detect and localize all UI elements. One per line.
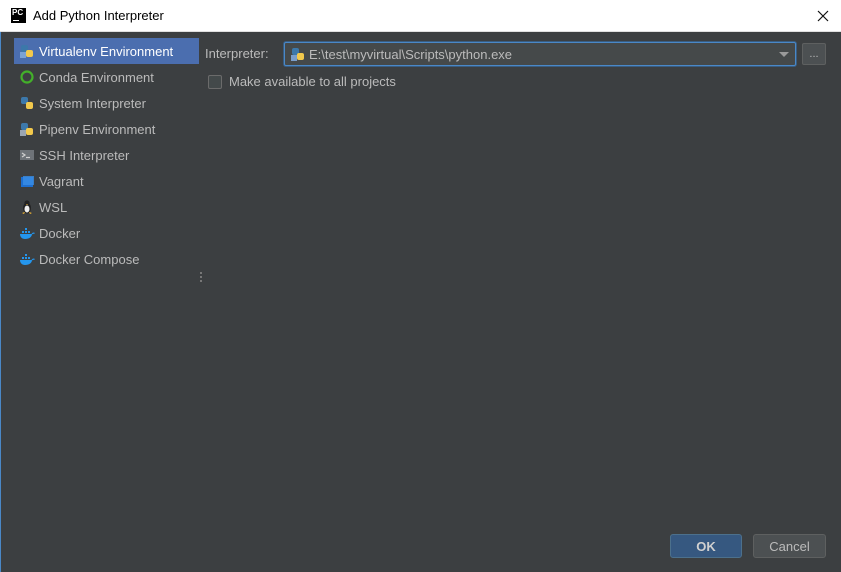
sidebar-item-wsl[interactable]: WSL	[14, 194, 199, 220]
python-icon	[19, 95, 35, 111]
sidebar-item-vagrant[interactable]: Vagrant	[14, 168, 199, 194]
interpreter-combobox[interactable]: E:\test\myvirtual\Scripts\python.exe	[284, 42, 796, 66]
sidebar-item-label: Docker	[39, 225, 81, 241]
sidebar-item-docker[interactable]: Docker	[14, 220, 199, 246]
make-available-checkbox[interactable]	[208, 74, 222, 89]
splitter-handle[interactable]	[200, 272, 203, 286]
sidebar-item-docker-compose[interactable]: Docker Compose	[14, 246, 199, 272]
linux-tux-icon	[19, 199, 35, 215]
sidebar-item-label: SSH Interpreter	[39, 147, 130, 163]
sidebar-item-ssh[interactable]: SSH Interpreter	[14, 142, 199, 168]
title-bar: PC Add Python Interpreter	[0, 0, 841, 32]
window-title: Add Python Interpreter	[33, 8, 164, 23]
sidebar-item-label: Docker Compose	[39, 251, 140, 267]
pycharm-logo-icon: PC	[11, 8, 26, 23]
ok-button[interactable]: OK	[670, 534, 742, 558]
docker-icon	[19, 225, 35, 241]
sidebar-item-pipenv[interactable]: Pipenv Environment	[14, 116, 199, 142]
sidebar-item-label: Conda Environment	[39, 69, 154, 85]
window-edge	[0, 32, 1, 572]
pipenv-icon	[19, 121, 35, 137]
conda-icon	[19, 69, 35, 85]
sidebar-item-label: System Interpreter	[39, 95, 146, 111]
sidebar-item-label: Pipenv Environment	[39, 121, 156, 137]
interpreter-type-list: Virtualenv Environment Conda Environment…	[14, 38, 199, 572]
close-icon	[817, 10, 829, 22]
make-available-option[interactable]: Make available to all projects	[208, 74, 396, 89]
close-button[interactable]	[813, 6, 833, 26]
virtualenv-icon	[291, 48, 304, 61]
browse-button[interactable]: ...	[802, 43, 826, 65]
terminal-icon	[19, 147, 35, 163]
cancel-button[interactable]: Cancel	[753, 534, 826, 558]
interpreter-path: E:\test\myvirtual\Scripts\python.exe	[309, 46, 513, 62]
sidebar-item-label: Vagrant	[39, 173, 84, 189]
sidebar-item-label: WSL	[39, 199, 68, 215]
interpreter-label: Interpreter:	[205, 46, 269, 61]
sidebar-item-conda[interactable]: Conda Environment	[14, 64, 199, 90]
sidebar-item-label: Virtualenv Environment	[39, 43, 174, 59]
virtualenv-icon	[19, 43, 35, 59]
make-available-label: Make available to all projects	[229, 74, 396, 89]
logo-text: PC	[12, 8, 24, 17]
vagrant-icon	[19, 173, 35, 189]
docker-compose-icon	[19, 251, 35, 267]
chevron-down-icon[interactable]	[779, 52, 789, 57]
sidebar-item-virtualenv[interactable]: Virtualenv Environment	[14, 38, 199, 64]
sidebar-item-system-interpreter[interactable]: System Interpreter	[14, 90, 199, 116]
